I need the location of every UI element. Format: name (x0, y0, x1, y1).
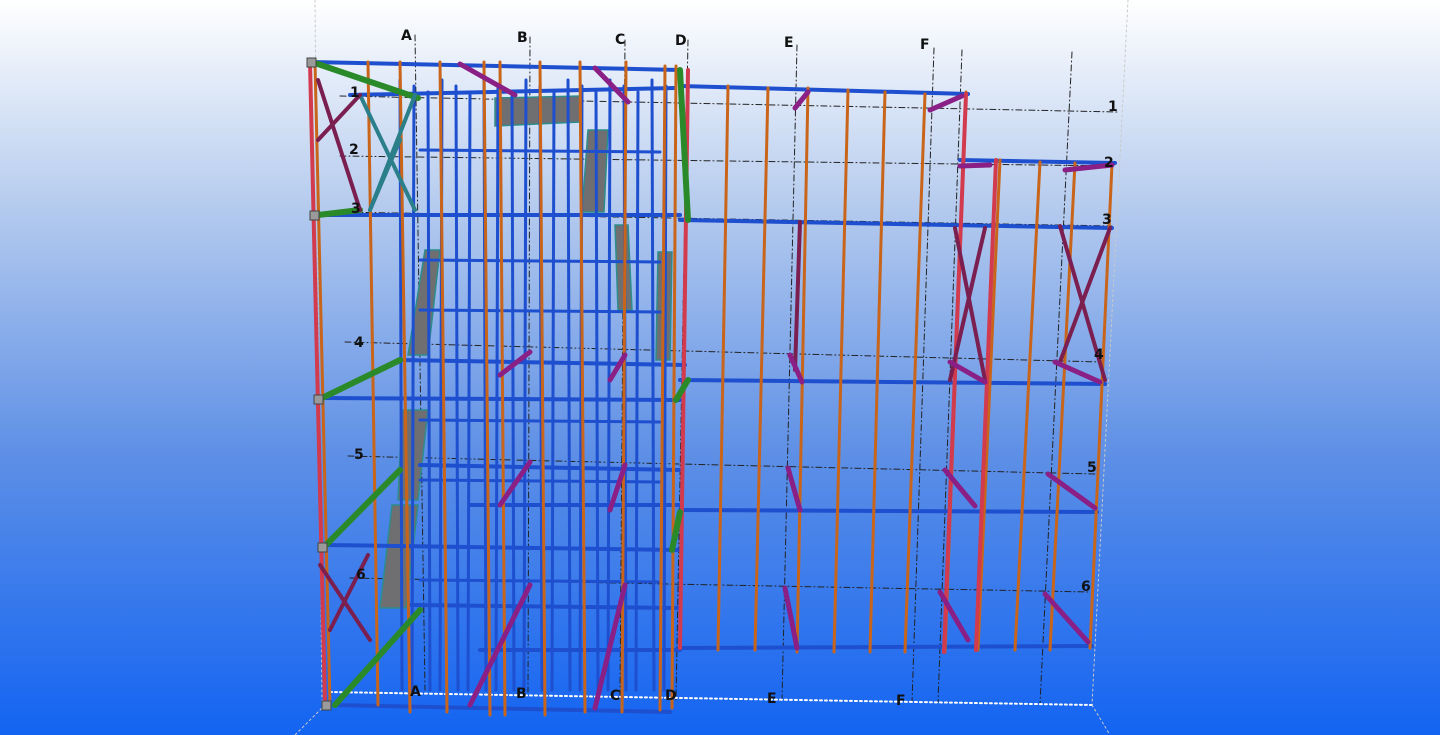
column (498, 60, 507, 717)
grid-label-left-1: 1 (350, 85, 360, 101)
x-brace (793, 220, 802, 372)
column-node (317, 542, 328, 553)
boundary-line (294, 704, 326, 735)
column (903, 92, 927, 654)
stringer (319, 357, 403, 401)
structural-model-canvas[interactable]: A B C D E F A B C D E F 1 2 3 4 5 6 1 2 … (0, 0, 1440, 735)
grid-label-bottom-e: E (767, 691, 777, 707)
framing-post (566, 78, 572, 692)
grid-label-left-3: 3 (351, 201, 361, 217)
beam (958, 158, 1117, 165)
beam (678, 508, 1099, 514)
grid-label-right-6: 6 (1081, 579, 1091, 595)
framing-post (410, 84, 416, 692)
grid-label-top-f: F (920, 37, 930, 53)
grid-label-left-6: 6 (356, 567, 366, 583)
grid-label-bottom-c: C (610, 688, 620, 704)
kicker-brace (792, 89, 811, 111)
column-node (313, 394, 324, 405)
grid-label-left-5: 5 (354, 447, 364, 463)
column (1013, 160, 1042, 652)
grid-label-bottom-f: F (896, 693, 906, 709)
column (366, 60, 380, 707)
grid-label-bottom-d: D (665, 688, 677, 704)
kicker-brace (1045, 471, 1098, 511)
grid-label-right-5: 5 (1087, 460, 1097, 476)
grid-label-right-1: 1 (1108, 99, 1118, 115)
beam (678, 644, 1094, 650)
beam (678, 218, 1114, 230)
column-node (306, 57, 317, 68)
kicker-brace (785, 465, 803, 513)
grid-label-top-d: D (675, 33, 687, 49)
grid-label-bottom-b: B (516, 686, 527, 702)
kicker-brace (782, 585, 800, 651)
framing-post (466, 90, 472, 692)
column (670, 64, 678, 710)
framing-post (454, 84, 460, 692)
grid-label-bottom-a: A (410, 684, 421, 700)
beam (418, 463, 682, 472)
edge-column (942, 92, 968, 654)
grid-label-top-e: E (784, 35, 794, 51)
grid-line-v (414, 34, 426, 691)
beam (333, 703, 672, 714)
framing-post (550, 90, 556, 692)
kicker-brace (1052, 359, 1103, 385)
column (753, 86, 770, 652)
kicker-brace (957, 162, 993, 169)
column-node (309, 210, 320, 221)
framing-post (606, 78, 612, 692)
kicker-brace (927, 93, 965, 113)
framing-post (494, 84, 500, 692)
grid-label-top-b: B (517, 30, 528, 46)
boundary-line (329, 691, 1093, 706)
grid-label-top-c: C (615, 32, 625, 48)
grid-lines (294, 0, 1129, 735)
column (868, 90, 887, 654)
stringer (309, 59, 421, 101)
grid-label-right-4: 4 (1094, 347, 1104, 363)
edge-column (974, 158, 998, 652)
framing-post (426, 90, 432, 692)
grid-label-right-3: 3 (1102, 212, 1112, 228)
framing-post (594, 90, 600, 692)
column-node (321, 700, 332, 711)
model-viewport[interactable]: A B C D E F A B C D E F 1 2 3 4 5 6 1 2 … (0, 0, 1440, 735)
grid-label-right-2: 2 (1104, 155, 1114, 171)
framing-post (650, 78, 656, 692)
beam (678, 378, 1107, 386)
grid-label-top-a: A (401, 28, 412, 44)
column (832, 88, 850, 654)
boundary-line (1091, 704, 1111, 735)
column (976, 158, 1002, 652)
grid-label-left-4: 4 (354, 335, 364, 351)
grid-label-left-2: 2 (349, 142, 359, 158)
column (716, 84, 730, 652)
framing-post (510, 90, 516, 692)
framing-post (634, 90, 640, 692)
